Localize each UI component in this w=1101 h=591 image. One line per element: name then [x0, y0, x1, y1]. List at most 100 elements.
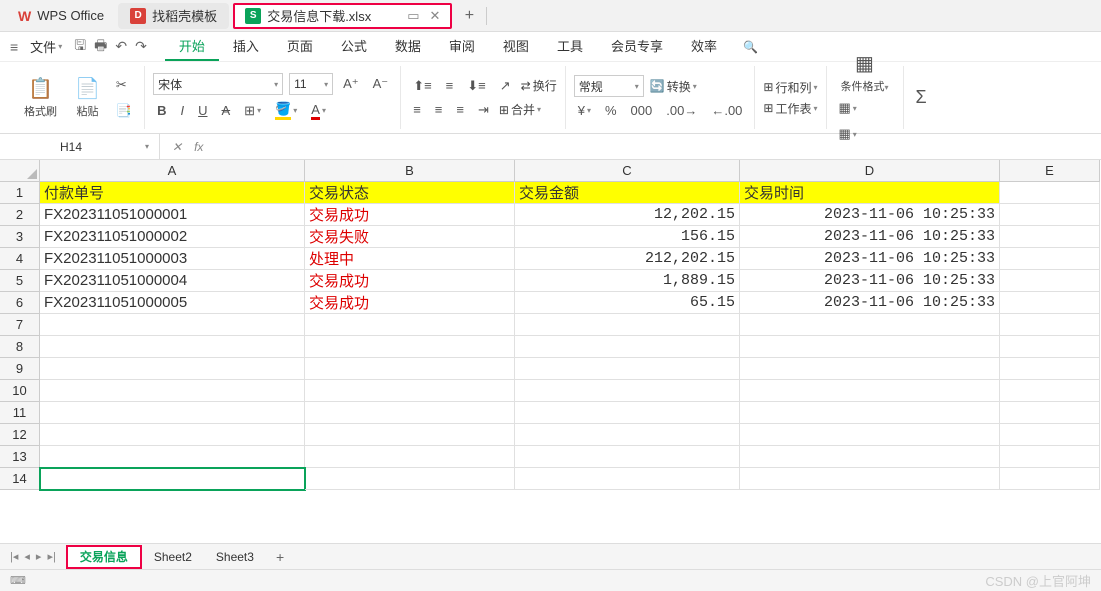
convert-button[interactable]: 🔄 转换▾	[650, 78, 697, 95]
close-icon[interactable]: ✕	[430, 8, 441, 24]
sheet-last-icon[interactable]: ▸|	[45, 550, 57, 563]
size-select[interactable]: 11▾	[289, 73, 333, 95]
cell[interactable]	[40, 468, 305, 490]
font-color-button[interactable]: A▾	[307, 100, 330, 122]
cell[interactable]	[1000, 358, 1100, 380]
cell[interactable]: 212,202.15	[515, 248, 740, 270]
cell[interactable]	[740, 314, 1000, 336]
undo-icon[interactable]: ↶	[115, 38, 127, 55]
file-menu[interactable]: 文件▾	[26, 37, 66, 56]
cell[interactable]	[305, 358, 515, 380]
formula-input[interactable]	[215, 134, 1101, 159]
cancel-fx-icon[interactable]: ✕	[172, 140, 182, 154]
menu-insert[interactable]: 插入	[219, 32, 273, 61]
cells-area[interactable]: 付款单号交易状态交易金额交易时间FX202311051000001交易成功12,…	[40, 182, 1101, 490]
cell[interactable]	[305, 380, 515, 402]
row-header[interactable]: 3	[0, 226, 40, 248]
col-header-b[interactable]: B	[305, 160, 515, 182]
menu-formula[interactable]: 公式	[327, 32, 381, 61]
indent-button[interactable]: ⇥	[474, 100, 493, 120]
menu-view[interactable]: 视图	[489, 32, 543, 61]
cell[interactable]	[740, 402, 1000, 424]
menu-tools[interactable]: 工具	[543, 32, 597, 61]
template-tab[interactable]: D 找稻壳模板	[118, 3, 229, 29]
currency-button[interactable]: ¥▾	[574, 101, 595, 120]
menu-member[interactable]: 会员专享	[597, 32, 677, 61]
cell[interactable]: 交易金额	[515, 182, 740, 204]
name-box[interactable]: H14▾	[0, 134, 160, 159]
cell[interactable]	[515, 314, 740, 336]
menu-data[interactable]: 数据	[381, 32, 435, 61]
cell[interactable]	[1000, 402, 1100, 424]
cell[interactable]: 交易成功	[305, 204, 515, 226]
cell[interactable]	[305, 402, 515, 424]
shrink-font-button[interactable]: A⁻	[369, 74, 393, 94]
sum-button[interactable]: Σ	[912, 85, 931, 110]
worksheet-button[interactable]: ⊞ 工作表▾	[763, 100, 817, 117]
cell[interactable]: 2023-11-06 10:25:33	[740, 270, 1000, 292]
sheet-tab-1[interactable]: 交易信息	[68, 547, 140, 567]
fx-icon[interactable]: fx	[194, 140, 203, 154]
cell[interactable]	[40, 424, 305, 446]
cell[interactable]: 2023-11-06 10:25:33	[740, 248, 1000, 270]
orientation-button[interactable]: ↗	[496, 76, 515, 96]
cell[interactable]: 交易成功	[305, 270, 515, 292]
sheet-tab-3[interactable]: Sheet3	[204, 544, 266, 569]
cell[interactable]	[305, 424, 515, 446]
sheet-prev-icon[interactable]: ◂	[22, 550, 32, 563]
number-format-select[interactable]: 常规▾	[574, 75, 644, 97]
cell[interactable]	[305, 336, 515, 358]
cell[interactable]	[1000, 380, 1100, 402]
cell[interactable]	[1000, 336, 1100, 358]
condfmt-button[interactable]: ▦ 条件格式▾	[835, 51, 895, 94]
strike-button[interactable]: A	[218, 101, 235, 120]
cell[interactable]	[1000, 226, 1100, 248]
save-icon[interactable]: 🖫	[74, 35, 86, 59]
row-header[interactable]: 2	[0, 204, 40, 226]
cell[interactable]: 交易失败	[305, 226, 515, 248]
print-icon[interactable]: 🖶	[94, 35, 107, 59]
row-header[interactable]: 12	[0, 424, 40, 446]
wrap-button[interactable]: ⇄ 换行	[521, 77, 557, 94]
cell[interactable]: 156.15	[515, 226, 740, 248]
cell[interactable]	[515, 468, 740, 490]
cell[interactable]: 处理中	[305, 248, 515, 270]
percent-button[interactable]: %	[601, 101, 621, 120]
search-icon[interactable]: 🔍	[743, 40, 758, 54]
cell[interactable]: FX202311051000005	[40, 292, 305, 314]
menu-start[interactable]: 开始	[165, 32, 219, 61]
inc-decimal-button[interactable]: .00→	[662, 101, 701, 120]
bold-button[interactable]: B	[153, 101, 170, 120]
cell[interactable]: FX202311051000003	[40, 248, 305, 270]
row-header[interactable]: 13	[0, 446, 40, 468]
sheet-next-icon[interactable]: ▸	[34, 550, 44, 563]
cell[interactable]	[1000, 292, 1100, 314]
align-middle-button[interactable]: ≡	[442, 76, 458, 95]
cell[interactable]: 交易时间	[740, 182, 1000, 204]
cell[interactable]: 2023-11-06 10:25:33	[740, 204, 1000, 226]
redo-icon[interactable]: ↷	[135, 38, 147, 55]
status-indicator-icon[interactable]: ⌨	[10, 574, 26, 587]
row-header[interactable]: 4	[0, 248, 40, 270]
cell[interactable]	[40, 336, 305, 358]
menu-page[interactable]: 页面	[273, 32, 327, 61]
cell[interactable]: 12,202.15	[515, 204, 740, 226]
cell[interactable]: 交易成功	[305, 292, 515, 314]
format-painter-button[interactable]: 📋 格式刷	[18, 76, 63, 119]
cell[interactable]	[515, 402, 740, 424]
cut-button[interactable]: ✂	[112, 75, 136, 95]
col-header-d[interactable]: D	[740, 160, 1000, 182]
cell[interactable]	[515, 336, 740, 358]
row-header[interactable]: 10	[0, 380, 40, 402]
row-header[interactable]: 5	[0, 270, 40, 292]
cell[interactable]: 交易状态	[305, 182, 515, 204]
cell[interactable]	[515, 380, 740, 402]
cell[interactable]	[1000, 446, 1100, 468]
cell[interactable]	[740, 424, 1000, 446]
cell[interactable]	[740, 380, 1000, 402]
cell[interactable]	[740, 468, 1000, 490]
file-tab[interactable]: S 交易信息下载.xlsx ▭ ✕	[233, 3, 452, 29]
cell[interactable]	[740, 336, 1000, 358]
cell[interactable]: 付款单号	[40, 182, 305, 204]
sheet-first-icon[interactable]: |◂	[8, 550, 20, 563]
